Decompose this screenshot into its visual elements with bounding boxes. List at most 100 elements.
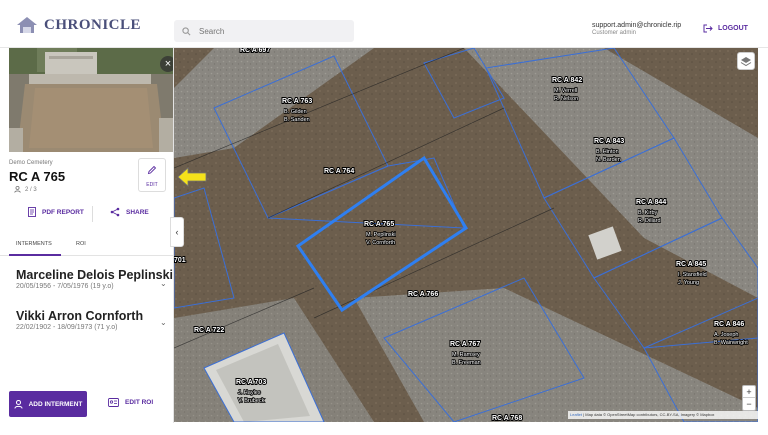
svg-text:B. Sanden: B. Sanden <box>284 117 310 123</box>
svg-text:RC A 842: RC A 842 <box>552 77 582 84</box>
user-info[interactable]: support.admin@chronicle.rip Customer adm… <box>592 22 681 36</box>
pencil-icon <box>147 165 157 175</box>
svg-text:RC A 846: RC A 846 <box>714 321 744 328</box>
share-button[interactable]: SHARE <box>110 207 149 217</box>
close-icon[interactable]: × <box>160 56 173 72</box>
map-view[interactable]: RC A 763 B. Gilden B. Sanden RC A 764 RC… <box>174 48 758 422</box>
zoom-out-button[interactable]: − <box>743 398 755 410</box>
logo-text: CHRONICLE <box>44 16 142 33</box>
plot-label-767[interactable]: RC A 767 M. Ramsey B. Freeman <box>449 340 481 367</box>
svg-text:RC A 722: RC A 722 <box>194 327 224 334</box>
pdf-report-label: PDF REPORT <box>42 208 84 216</box>
svg-text:B. Gilden: B. Gilden <box>284 109 307 115</box>
interment-name: Vikki Arron Cornforth <box>16 309 144 323</box>
id-card-icon <box>108 398 119 407</box>
interment-dates: 22/02/1902 - 18/09/1973 (71 y.o) <box>16 324 118 331</box>
action-divider <box>92 206 93 222</box>
cemetery-name: Demo Cemetery <box>9 160 53 166</box>
map-attribution: Leaflet | Map data © OpenStreetMap contr… <box>568 411 758 419</box>
logout-label: LOGOUT <box>718 25 748 32</box>
svg-text:RC A 844: RC A 844 <box>636 199 666 206</box>
plot-photo[interactable]: × <box>9 48 173 152</box>
svg-text:B. Wainwright: B. Wainwright <box>714 340 748 346</box>
person-icon <box>14 186 21 193</box>
svg-text:RC A 843: RC A 843 <box>594 138 624 145</box>
svg-text:A. Joseph: A. Joseph <box>714 332 738 338</box>
interment-item[interactable]: Vikki Arron Cornforth 22/02/1902 - 18/09… <box>16 309 166 331</box>
svg-text:M. Ramsey: M. Ramsey <box>452 352 480 358</box>
user-email: support.admin@chronicle.rip <box>592 22 682 29</box>
zoom-in-button[interactable]: + <box>743 386 755 398</box>
svg-text:R. Nelson: R. Nelson <box>554 96 578 102</box>
plot-label-764[interactable]: RC A 764 <box>323 167 355 176</box>
add-interment-label: ADD INTERMENT <box>28 400 83 408</box>
plot-label-701[interactable]: 701 <box>174 256 187 265</box>
share-icon <box>110 207 120 217</box>
share-label: SHARE <box>126 208 149 216</box>
interment-dates: 20/05/1956 - 7/05/1976 (19 y.o) <box>16 283 114 290</box>
plot-label-766[interactable]: RC A 766 <box>407 290 439 299</box>
plot-count: 2 / 3 <box>25 186 37 193</box>
svg-text:V. Cornforth: V. Cornforth <box>366 240 395 246</box>
svg-text:RC A 697: RC A 697 <box>240 48 270 54</box>
plot-capacity: 2 / 3 <box>14 186 37 193</box>
leaflet-link[interactable]: Leaflet <box>570 412 582 417</box>
sidebar-tabs: INTERMENTS ROI <box>0 234 174 256</box>
edit-roi-button[interactable]: EDIT ROI <box>108 398 153 407</box>
pdf-report-button[interactable]: PDF REPORT <box>28 207 84 217</box>
edit-button[interactable]: EDIT <box>138 158 166 192</box>
top-header: CHRONICLE support.admin@chronicle.rip Cu… <box>0 0 768 48</box>
edit-label: EDIT <box>146 182 158 188</box>
logout-button[interactable]: LOGOUT <box>703 24 748 33</box>
zoom-control: + − <box>742 385 756 411</box>
chevron-down-icon[interactable]: ⌄ <box>160 279 167 288</box>
svg-text:J. Young: J. Young <box>678 280 699 286</box>
collapse-sidebar-button[interactable]: ‹ <box>170 217 184 247</box>
plot-actions: PDF REPORT SHARE <box>0 204 174 224</box>
tab-roi[interactable]: ROI <box>76 241 86 247</box>
svg-text:RC A 767: RC A 767 <box>450 341 480 348</box>
plot-title: RC A 765 <box>9 169 66 184</box>
user-role: Customer admin <box>592 30 637 36</box>
yellow-pointer-arrow-icon <box>177 167 207 187</box>
svg-text:701: 701 <box>174 257 186 264</box>
satellite-map[interactable]: RC A 763 B. Gilden B. Sanden RC A 764 RC… <box>174 48 758 422</box>
svg-text:B. Hinton: B. Hinton <box>596 149 619 155</box>
svg-text:RC A 763: RC A 763 <box>282 98 312 105</box>
interment-item[interactable]: Marceline Delois Peplinski 20/05/1956 - … <box>16 268 174 290</box>
svg-text:RC A 766: RC A 766 <box>408 291 438 298</box>
svg-text:N. Barden: N. Barden <box>596 157 621 163</box>
person-add-icon <box>13 399 23 409</box>
plot-label-768[interactable]: RC A 768 <box>491 414 523 422</box>
svg-text:I. Stansfield: I. Stansfield <box>678 272 707 278</box>
svg-text:V. Brubeck: V. Brubeck <box>238 398 265 404</box>
search-input[interactable] <box>199 26 339 36</box>
plot-label-765[interactable]: RC A 765 M. Peplinski V. Cornforth <box>363 220 396 247</box>
plot-sidebar: × Demo Cemetery RC A 765 2 / 3 EDIT PDF … <box>0 48 174 423</box>
add-interment-button[interactable]: ADD INTERMENT <box>9 391 87 417</box>
svg-text:RC A 845: RC A 845 <box>676 261 706 268</box>
interment-name: Marceline Delois Peplinski <box>16 268 174 282</box>
svg-text:RC A 764: RC A 764 <box>324 168 354 175</box>
svg-text:RC A 768: RC A 768 <box>492 415 522 422</box>
search-icon <box>182 26 191 35</box>
svg-text:RC A 765: RC A 765 <box>364 221 394 228</box>
layers-button[interactable] <box>737 52 755 70</box>
tab-interments[interactable]: INTERMENTS <box>16 241 52 247</box>
svg-text:M. Peplinski: M. Peplinski <box>366 232 396 238</box>
svg-text:RC A 703: RC A 703 <box>236 379 266 386</box>
chevron-down-icon[interactable]: ⌄ <box>160 318 167 327</box>
search-bar[interactable] <box>174 20 354 42</box>
plot-label-722[interactable]: RC A 722 <box>193 326 225 335</box>
logout-icon <box>703 24 713 33</box>
svg-text:R. Dillard: R. Dillard <box>638 218 661 224</box>
grave-photo-image <box>9 48 173 152</box>
svg-text:B. Kirby: B. Kirby <box>638 210 658 216</box>
svg-text:J. Hayles: J. Hayles <box>238 390 261 396</box>
document-icon <box>28 207 36 217</box>
attribution-text: | Map data © OpenStreetMap contributors,… <box>583 412 715 417</box>
edit-roi-label: EDIT ROI <box>125 399 154 406</box>
plot-label-697[interactable]: RC A 697 <box>239 48 271 55</box>
active-tab-indicator <box>9 254 61 256</box>
chronicle-logo[interactable]: CHRONICLE <box>16 14 141 36</box>
